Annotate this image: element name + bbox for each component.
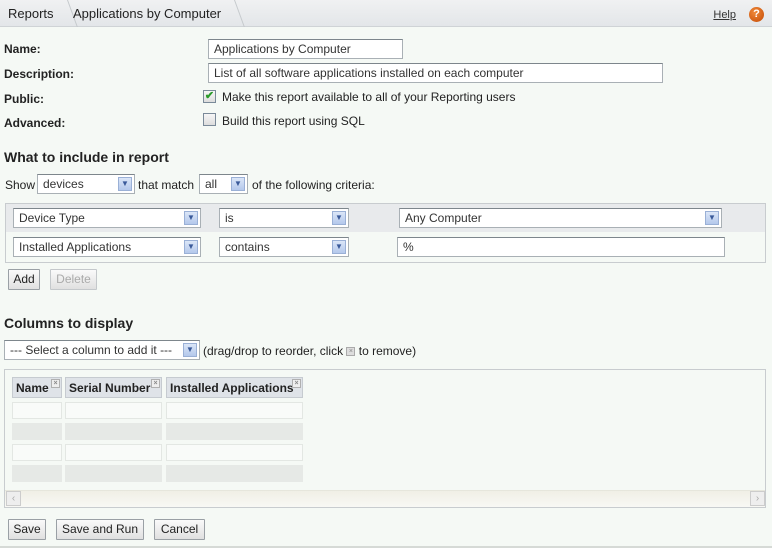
select-value: contains [225,240,270,254]
description-label: Description: [4,67,75,81]
add-button[interactable]: Add [8,269,40,290]
include-heading: What to include in report [4,149,169,165]
save-and-run-button[interactable]: Save and Run [56,519,144,540]
criteria-operator-select[interactable]: is ▼ [219,208,349,228]
preview-cell [12,402,62,419]
remove-column-icon[interactable]: × [151,379,160,388]
preview-cell [12,465,62,482]
criteria-value-select[interactable]: Any Computer ▼ [399,208,722,228]
match-select-value: all [205,177,218,191]
match-select[interactable]: all ▼ [199,174,248,194]
column-header-label: Installed Applications [170,381,294,395]
criteria-operator-select[interactable]: contains ▼ [219,237,349,257]
chevron-down-icon: ▼ [118,177,132,191]
preview-cell [166,423,303,440]
horizontal-scrollbar[interactable] [5,490,765,507]
show-select-value: devices [43,177,84,191]
columns-hint: (drag/drop to reorder, click × to remove… [203,344,416,358]
add-column-select[interactable]: --- Select a column to add it --- ▼ [4,340,200,360]
select-value: --- Select a column to add it --- [10,343,173,357]
public-label: Public: [4,92,45,106]
hint-text: (drag/drop to reorder, click [203,344,344,358]
column-header-label: Serial Number [69,381,151,395]
select-value: Any Computer [405,211,482,225]
scroll-right-icon[interactable]: › [750,491,765,506]
chevron-down-icon: ▼ [705,211,719,225]
criteria-label: of the following criteria: [252,178,375,192]
advanced-checkbox[interactable] [203,113,216,126]
preview-cell [65,465,162,482]
preview-cell [12,423,62,440]
match-label: that match [138,178,195,192]
chevron-down-icon: ▼ [184,240,198,254]
chevron-down-icon: ▼ [184,211,198,225]
criteria-field-select[interactable]: Installed Applications ▼ [13,237,201,257]
delete-button[interactable]: Delete [50,269,97,290]
preview-cell [65,444,162,461]
remove-column-icon[interactable]: × [51,379,60,388]
question-icon[interactable]: ? [749,7,764,22]
remove-column-icon[interactable]: × [292,379,301,388]
chevron-down-icon: ▼ [332,211,346,225]
cancel-button[interactable]: Cancel [154,519,205,540]
preview-cell [65,423,162,440]
show-label: Show [5,178,36,192]
help-link[interactable]: Help [713,9,736,21]
column-header-name[interactable]: Name × [12,377,62,398]
show-select[interactable]: devices ▼ [37,174,135,194]
criteria-value-input[interactable]: % [397,237,725,257]
save-button[interactable]: Save [8,519,46,540]
hint-text: to remove) [358,344,417,358]
breadcrumb-reports[interactable]: Reports [8,6,54,21]
preview-cell [166,465,303,482]
select-value: Device Type [19,211,85,225]
description-input[interactable]: List of all software applications instal… [208,63,663,83]
column-header-label: Name [16,381,49,395]
column-header-serial-number[interactable]: Serial Number × [65,377,162,398]
name-label: Name: [4,42,41,56]
advanced-label: Advanced: [4,116,66,130]
public-checkbox[interactable]: ✔ [203,90,216,103]
preview-cell [166,444,303,461]
remove-icon: × [346,347,356,357]
chevron-down-icon: ▼ [231,177,245,191]
public-text: Make this report available to all of you… [222,90,516,104]
scroll-left-icon[interactable]: ‹ [6,491,21,506]
preview-cell [65,402,162,419]
chevron-down-icon: ▼ [332,240,346,254]
preview-cell [166,402,303,419]
preview-cell [12,444,62,461]
criteria-field-select[interactable]: Device Type ▼ [13,208,201,228]
name-input[interactable]: Applications by Computer [208,39,403,59]
select-value: is [225,211,234,225]
select-value: Installed Applications [19,240,132,254]
breadcrumb-current: Applications by Computer [73,6,222,21]
chevron-down-icon: ▼ [183,343,197,357]
columns-heading: Columns to display [4,315,134,331]
column-header-installed-applications[interactable]: Installed Applications × [166,377,303,398]
advanced-text: Build this report using SQL [222,114,365,128]
